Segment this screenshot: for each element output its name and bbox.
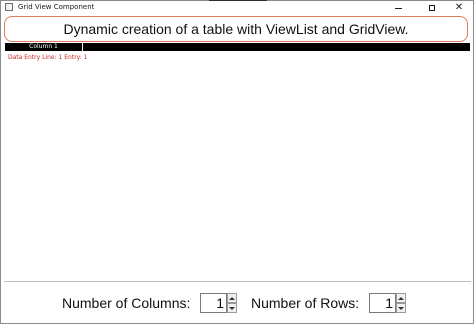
app-icon [5,3,13,11]
header-text: Dynamic creation of a table with ViewLis… [63,21,409,37]
grid-entry-cell[interactable]: Data Entry Line: 1 Entry: 1 [8,54,88,62]
window-title: Grid View Component [18,3,95,11]
columns-stepper [200,293,237,313]
chevron-up-icon [398,296,404,300]
chevron-down-icon [229,306,235,310]
columns-decrement-button[interactable] [227,303,237,313]
chevron-up-icon [229,296,235,300]
title-bar[interactable]: Grid View Component ✕ [1,1,473,15]
close-button[interactable]: ✕ [442,1,474,15]
app-window: Grid View Component ✕ Dynamic creation o… [0,0,474,324]
close-icon: ✕ [454,2,464,13]
rows-label: Number of Rows: [251,295,360,311]
grid-header-row: Column 1 [5,43,470,51]
columns-spin-buttons [227,293,237,313]
columns-label: Number of Columns: [62,295,191,311]
rows-spin-buttons [396,293,406,313]
columns-increment-button[interactable] [227,293,237,303]
maximize-icon [429,5,435,11]
rows-decrement-button[interactable] [396,303,406,313]
minimize-icon [394,7,402,9]
footer-divider [4,281,471,282]
chevron-down-icon [398,306,404,310]
rows-input[interactable] [369,293,396,313]
column-header-1[interactable]: Column 1 [5,43,83,51]
header-banner: Dynamic creation of a table with ViewLis… [4,16,468,42]
columns-input[interactable] [200,293,227,313]
rows-stepper [369,293,406,313]
minimize-button[interactable] [381,1,415,15]
rows-increment-button[interactable] [396,293,406,303]
